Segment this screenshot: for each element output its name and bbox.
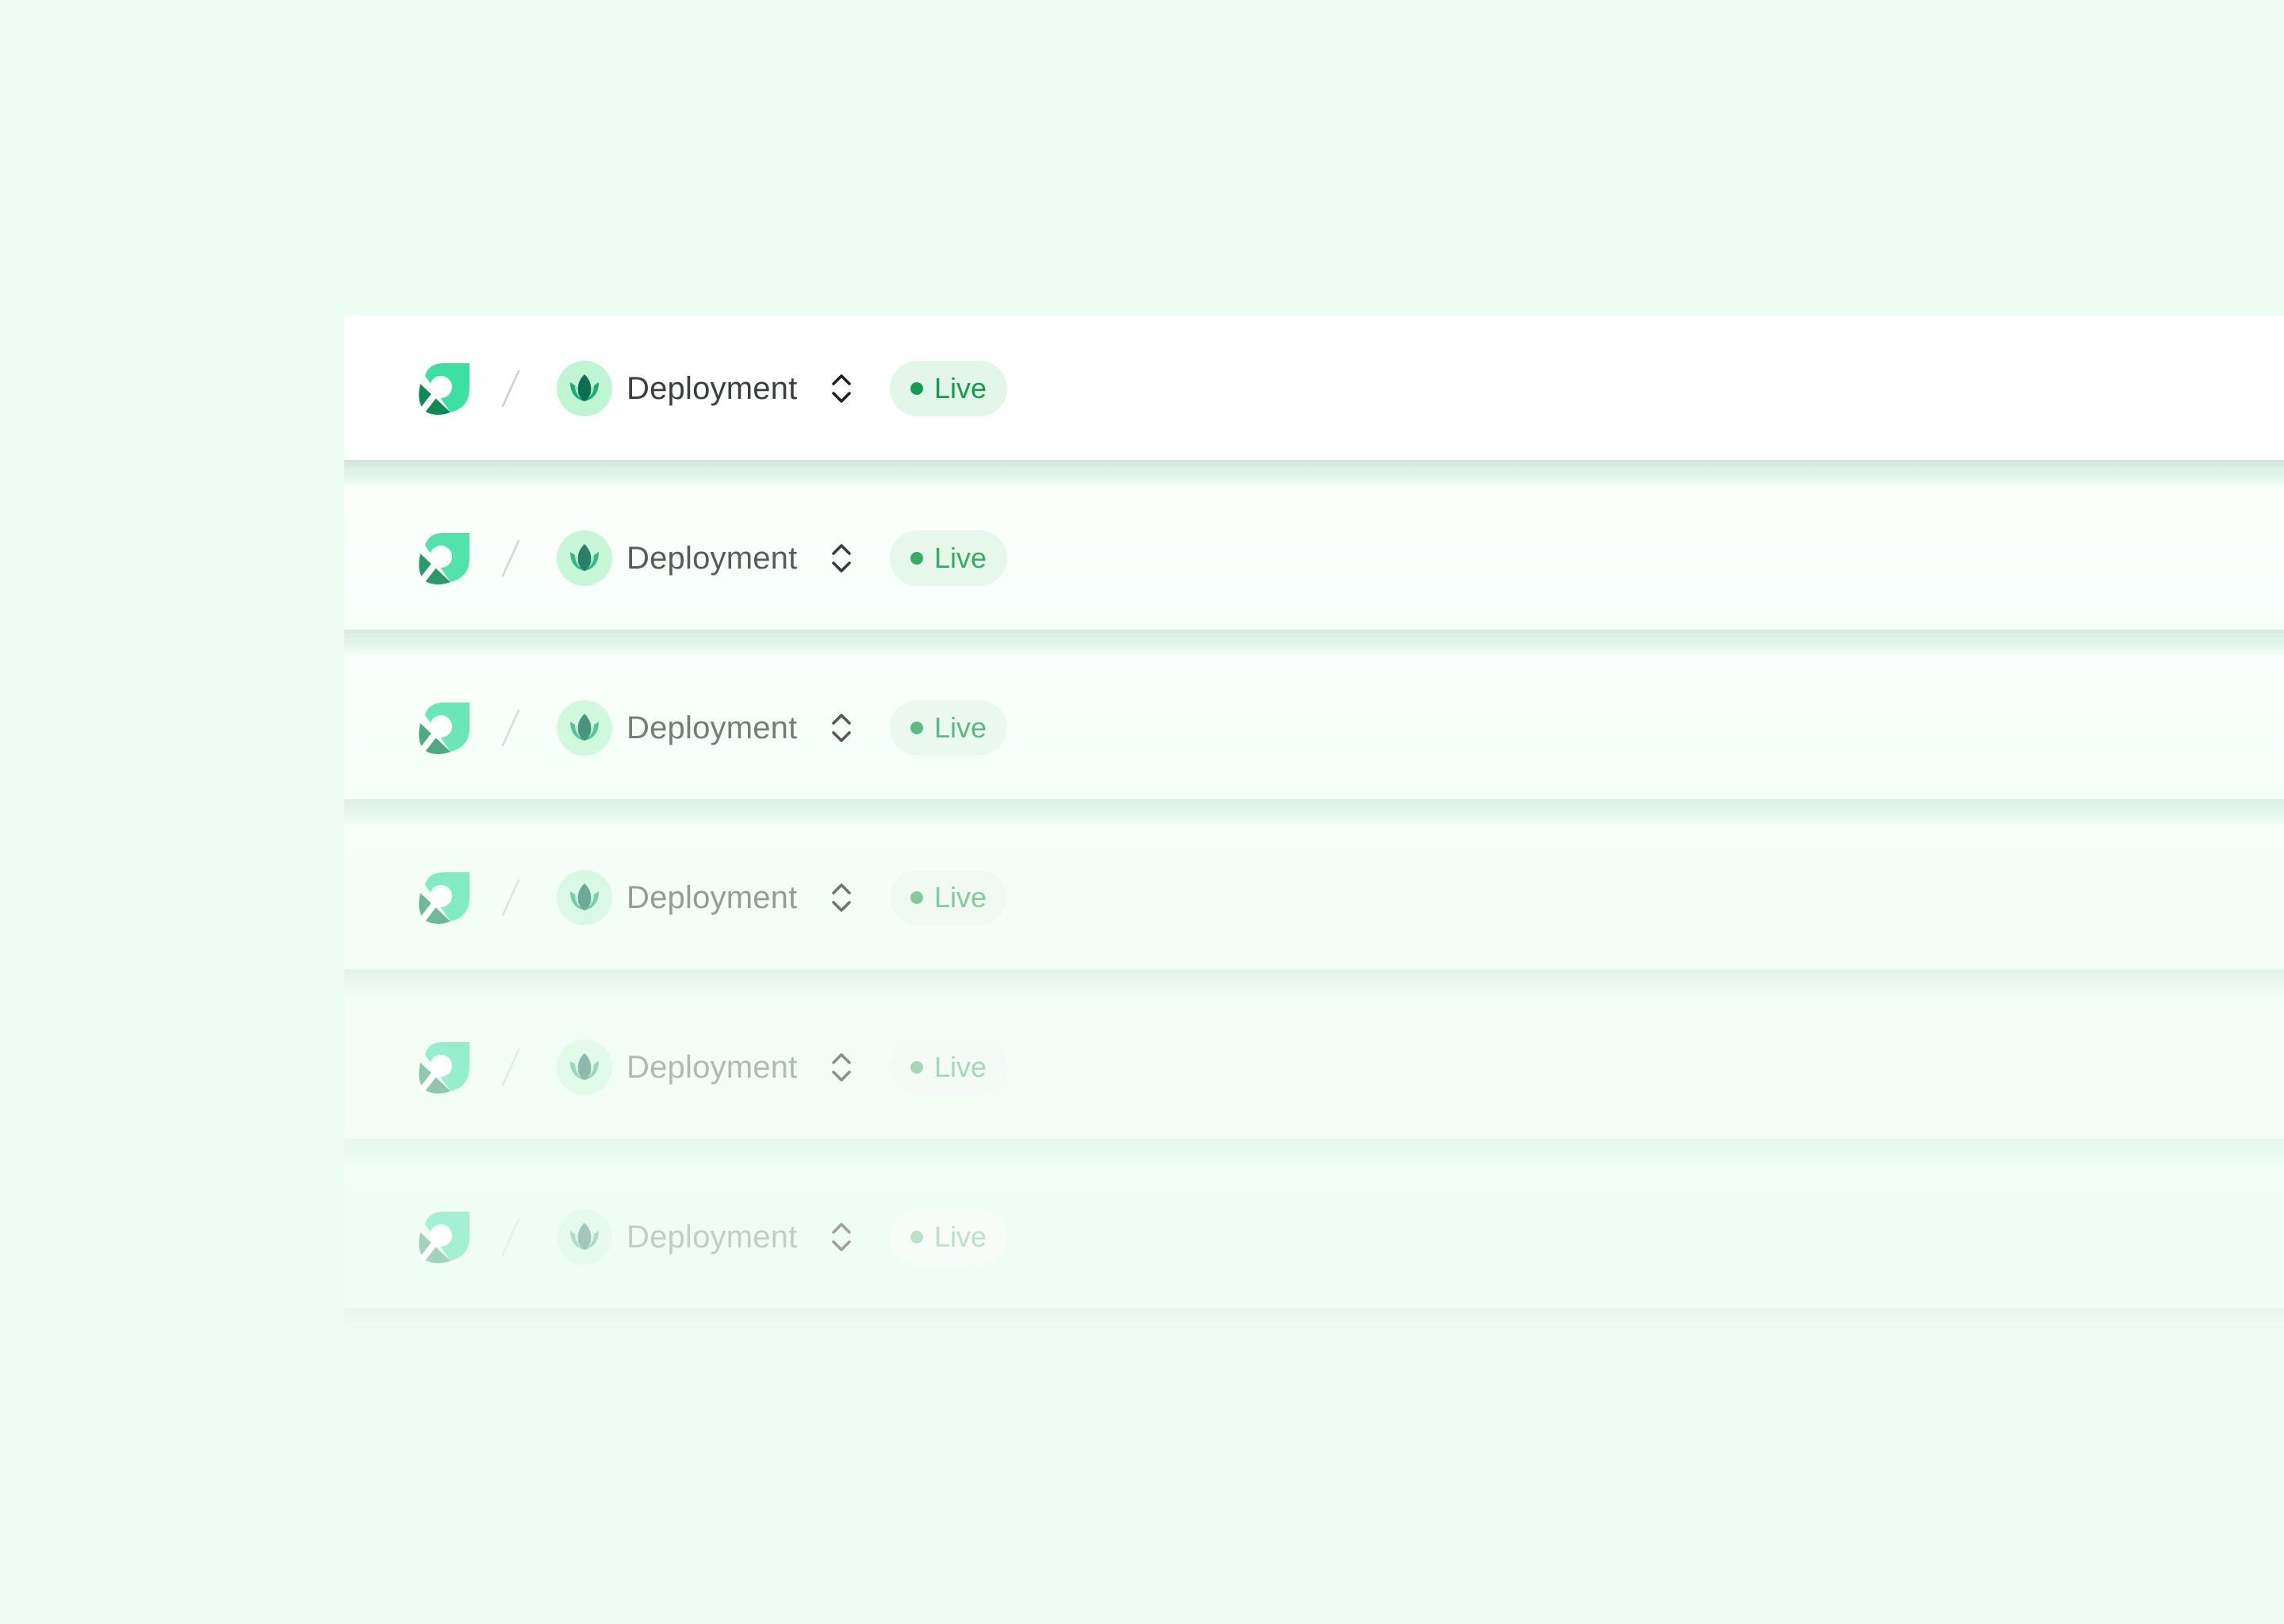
- bar-shadow: [344, 460, 2284, 484]
- leaf-magnifier-logo-icon[interactable]: [414, 530, 471, 587]
- status-badge: Live: [890, 1209, 1007, 1265]
- lotus-icon[interactable]: [557, 1209, 612, 1265]
- breadcrumb-separator: [495, 538, 527, 579]
- chevron-up-down-icon[interactable]: [825, 879, 858, 917]
- lotus-icon[interactable]: [557, 870, 612, 925]
- bar-shadow: [344, 1139, 2284, 1162]
- header-bar-stack: Deployment Live Deployment Live Deployme…: [0, 0, 2284, 1624]
- lotus-icon[interactable]: [557, 361, 612, 416]
- lotus-icon[interactable]: [557, 700, 612, 756]
- chevron-up-down-icon[interactable]: [825, 709, 858, 747]
- status-badge: Live: [890, 361, 1007, 416]
- bar-shadow: [344, 1308, 2284, 1332]
- breadcrumb-separator: [495, 707, 527, 749]
- status-label: Live: [934, 1220, 987, 1253]
- status-dot-icon: [910, 722, 923, 734]
- project-name[interactable]: Deployment: [627, 538, 797, 579]
- breadcrumb-separator: [495, 1047, 527, 1088]
- bar-shadow: [344, 969, 2284, 993]
- project-name[interactable]: Deployment: [627, 368, 797, 409]
- status-label: Live: [934, 372, 987, 404]
- bar-shadow: [344, 630, 2284, 653]
- status-dot-icon: [910, 382, 923, 395]
- header-bar-content: Deployment Live: [344, 825, 2284, 969]
- leaf-magnifier-logo-icon[interactable]: [414, 360, 471, 417]
- leaf-magnifier-logo-icon[interactable]: [414, 1039, 471, 1096]
- project-name[interactable]: Deployment: [627, 877, 797, 918]
- status-badge: Live: [890, 870, 1007, 925]
- lotus-icon[interactable]: [557, 530, 612, 586]
- header-bar-content: Deployment Live: [344, 316, 2284, 460]
- chevron-up-down-icon[interactable]: [825, 370, 858, 408]
- status-dot-icon: [910, 891, 923, 904]
- project-name[interactable]: Deployment: [627, 1216, 797, 1258]
- header-bar: Deployment Live: [344, 994, 2284, 1162]
- status-label: Live: [934, 881, 987, 914]
- chevron-up-down-icon[interactable]: [825, 539, 858, 577]
- status-dot-icon: [910, 1231, 923, 1243]
- header-bar: Deployment Live: [344, 1164, 2284, 1332]
- status-badge: Live: [890, 530, 1007, 586]
- header-bar-content: Deployment Live: [344, 994, 2284, 1139]
- header-bar-content: Deployment Live: [344, 655, 2284, 799]
- status-dot-icon: [910, 1061, 923, 1074]
- header-bar: Deployment Live: [344, 655, 2284, 823]
- header-bar: Deployment Live: [344, 316, 2284, 484]
- status-dot-icon: [910, 552, 923, 565]
- chevron-up-down-icon[interactable]: [825, 1048, 858, 1086]
- status-badge: Live: [890, 1040, 1007, 1095]
- status-label: Live: [934, 711, 987, 744]
- bar-shadow: [344, 799, 2284, 823]
- project-name[interactable]: Deployment: [627, 707, 797, 749]
- breadcrumb-separator: [495, 877, 527, 918]
- project-name[interactable]: Deployment: [627, 1047, 797, 1088]
- header-bar-content: Deployment Live: [344, 485, 2284, 630]
- header-bar-content: Deployment Live: [344, 1164, 2284, 1308]
- leaf-magnifier-logo-icon[interactable]: [414, 869, 471, 926]
- status-label: Live: [934, 1051, 987, 1083]
- header-bar: Deployment Live: [344, 825, 2284, 993]
- chevron-up-down-icon[interactable]: [825, 1218, 858, 1256]
- breadcrumb-separator: [495, 368, 527, 409]
- status-badge: Live: [890, 700, 1007, 756]
- breadcrumb-separator: [495, 1216, 527, 1258]
- header-bar: Deployment Live: [344, 485, 2284, 653]
- lotus-icon[interactable]: [557, 1040, 612, 1095]
- leaf-magnifier-logo-icon[interactable]: [414, 1208, 471, 1266]
- status-label: Live: [934, 542, 987, 574]
- leaf-magnifier-logo-icon[interactable]: [414, 699, 471, 756]
